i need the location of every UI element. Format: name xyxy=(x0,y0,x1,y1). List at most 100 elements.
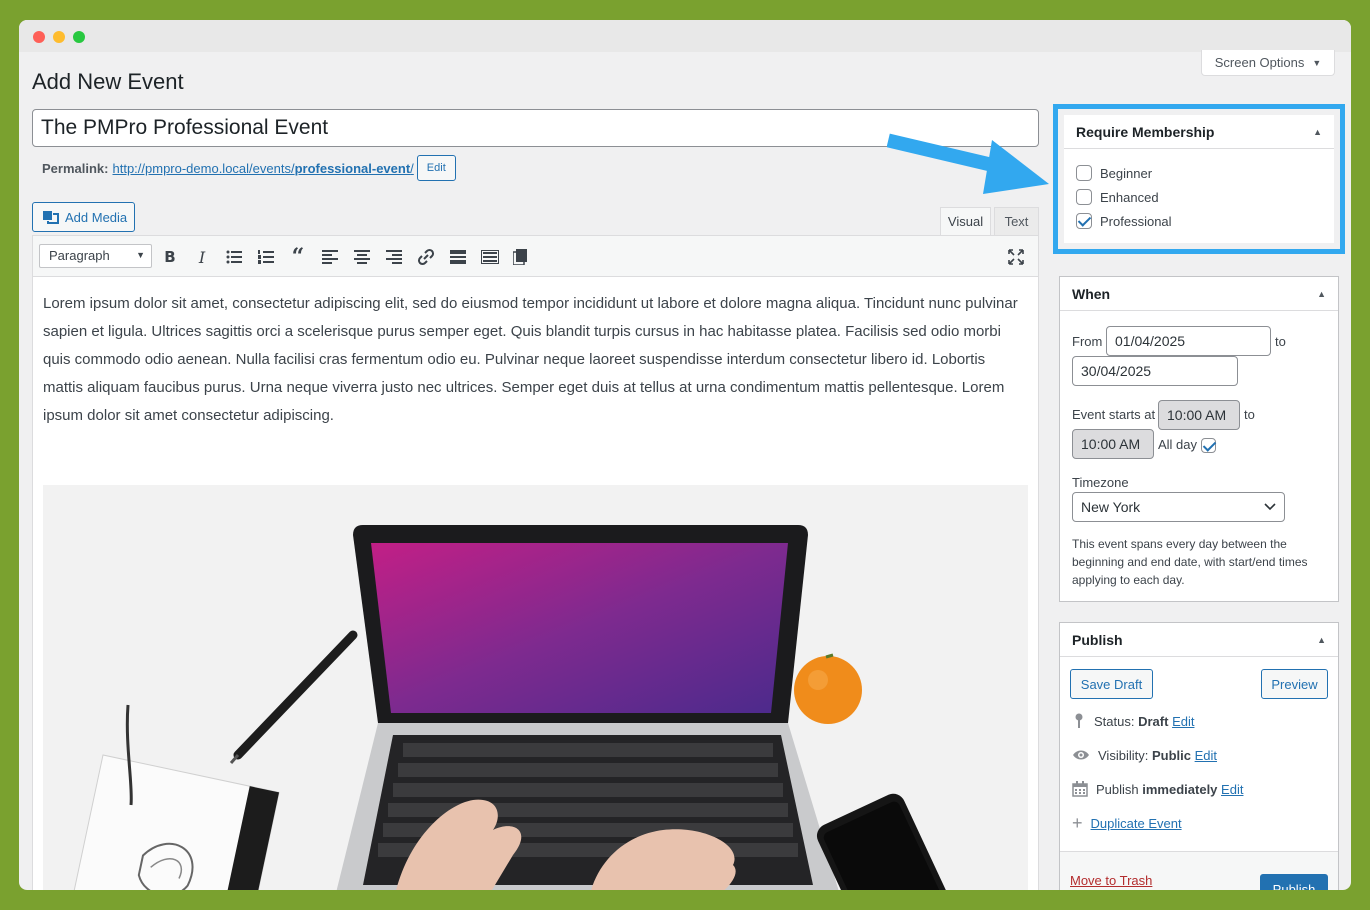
calendar-icon xyxy=(1072,781,1088,797)
permalink-label: Permalink: xyxy=(42,160,109,176)
close-window-button[interactable] xyxy=(33,31,45,43)
to-label: to xyxy=(1244,407,1255,422)
edit-visibility-link[interactable]: Edit xyxy=(1195,748,1217,763)
when-header[interactable]: When ▲ xyxy=(1060,277,1338,311)
blockquote-icon[interactable]: “ xyxy=(287,244,309,270)
edit-schedule-link[interactable]: Edit xyxy=(1221,782,1243,797)
caret-down-icon: ▼ xyxy=(1312,57,1322,68)
add-media-button[interactable]: Add Media xyxy=(32,202,135,232)
collapse-icon[interactable]: ▲ xyxy=(1313,127,1322,137)
plus-icon: + xyxy=(1072,813,1083,833)
add-media-label: Add Media xyxy=(65,209,128,225)
require-membership-box: Require Membership ▲ Beginner Enhanced P… xyxy=(1064,115,1334,243)
fullscreen-icon[interactable] xyxy=(1005,246,1027,268)
screen-options-label: Screen Options xyxy=(1214,55,1305,70)
format-select[interactable]: Paragraph ▼ xyxy=(39,244,152,268)
require-membership-title: Require Membership xyxy=(1076,123,1215,140)
event-starts-label: Event starts at xyxy=(1072,407,1156,422)
bullet-list-icon[interactable] xyxy=(223,246,245,268)
link-icon[interactable] xyxy=(415,246,437,268)
tab-text[interactable]: Text xyxy=(994,207,1039,235)
post-content-text[interactable]: Lorem ipsum dolor sit amet, consectetur … xyxy=(43,290,1028,430)
checkbox[interactable] xyxy=(1076,189,1092,205)
media-icon xyxy=(43,211,59,224)
publish-button[interactable]: Publish xyxy=(1260,874,1328,890)
editor-toolbar: Paragraph ▼ B I “ xyxy=(33,236,1038,277)
permalink-suffix: / xyxy=(410,160,414,176)
start-date-input[interactable]: 01/04/2025 xyxy=(1106,326,1271,356)
edit-permalink-button[interactable]: Edit xyxy=(416,155,456,181)
when-title: When xyxy=(1072,285,1111,302)
arrow-pointer-icon xyxy=(887,133,1049,194)
caret-down-icon: ▼ xyxy=(136,250,145,260)
require-membership-header[interactable]: Require Membership ▲ xyxy=(1064,115,1334,149)
toolbar-toggle-icon[interactable] xyxy=(479,246,501,268)
all-day-checkbox[interactable] xyxy=(1201,438,1216,453)
schedule-row: Publish immediately Edit xyxy=(1072,779,1243,799)
timezone-label: Timezone xyxy=(1072,475,1129,490)
italic-icon[interactable]: I xyxy=(191,246,213,268)
all-day-label: All day xyxy=(1158,437,1198,452)
when-note: This event spans every day between the b… xyxy=(1072,537,1308,587)
move-to-trash-link[interactable]: Move to Trash xyxy=(1070,873,1152,888)
when-box: When ▲ From 01/04/2025 to 30/04/2025 Eve… xyxy=(1059,276,1339,602)
bold-icon[interactable]: B xyxy=(159,246,181,268)
level-label: Professional xyxy=(1100,213,1172,229)
checkbox[interactable] xyxy=(1076,213,1092,229)
timezone-value: New York xyxy=(1081,499,1141,515)
publish-actions: Move to Trash Publish xyxy=(1060,851,1338,890)
checkbox[interactable] xyxy=(1076,165,1092,181)
membership-level-enhanced[interactable]: Enhanced xyxy=(1076,185,1322,209)
timezone-select[interactable]: New York xyxy=(1072,492,1285,522)
post-content-image[interactable] xyxy=(43,485,1028,890)
content-editor[interactable]: Paragraph ▼ B I “ Lorem ipsum dolor sit … xyxy=(32,235,1039,890)
screen-options-button[interactable]: Screen Options ▼ xyxy=(1201,50,1335,76)
save-draft-button[interactable]: Save Draft xyxy=(1070,669,1153,699)
level-label: Beginner xyxy=(1100,165,1153,181)
align-right-icon[interactable] xyxy=(383,246,405,268)
membership-level-professional[interactable]: Professional xyxy=(1076,209,1322,233)
visibility-row: Visibility: Public Edit xyxy=(1072,745,1217,765)
minimize-window-button[interactable] xyxy=(53,31,65,43)
level-label: Enhanced xyxy=(1100,189,1159,205)
browser-window: Screen Options ▼ Add New Event The PMPro… xyxy=(19,20,1351,890)
end-date-input[interactable]: 30/04/2025 xyxy=(1072,356,1238,386)
permalink-base: http://pmpro-demo.local/events/ xyxy=(112,160,295,176)
edit-status-link[interactable]: Edit xyxy=(1172,714,1194,729)
duplicate-row: + Duplicate Event xyxy=(1072,813,1182,833)
maximize-window-button[interactable] xyxy=(73,31,85,43)
align-left-icon[interactable] xyxy=(319,246,341,268)
collapse-icon[interactable]: ▲ xyxy=(1317,289,1326,299)
format-select-value: Paragraph xyxy=(49,248,110,263)
pin-icon xyxy=(1075,713,1083,728)
end-time-input[interactable]: 10:00 AM xyxy=(1072,429,1154,459)
visibility-value: Public xyxy=(1151,747,1191,763)
collapse-icon[interactable]: ▲ xyxy=(1317,635,1326,645)
publish-title: Publish xyxy=(1072,631,1123,648)
read-more-icon[interactable] xyxy=(447,246,469,268)
publish-label: Publish xyxy=(1096,781,1139,797)
page-title: Add New Event xyxy=(32,69,184,94)
to-label: to xyxy=(1275,334,1286,349)
publish-box: Publish ▲ Save Draft Preview Status: Dra… xyxy=(1059,622,1339,890)
permalink-link[interactable]: http://pmpro-demo.local/events/professio… xyxy=(112,161,413,176)
tab-visual[interactable]: Visual xyxy=(940,207,991,235)
visibility-label: Visibility: xyxy=(1098,747,1149,763)
start-time-input[interactable]: 10:00 AM xyxy=(1158,400,1240,430)
preview-button[interactable]: Preview xyxy=(1261,669,1328,699)
numbered-list-icon[interactable] xyxy=(255,246,277,268)
status-value: Draft xyxy=(1138,713,1169,729)
from-label: From xyxy=(1072,334,1103,349)
publish-header[interactable]: Publish ▲ xyxy=(1060,623,1338,657)
permalink: Permalink: http://pmpro-demo.local/event… xyxy=(42,155,456,181)
eye-icon xyxy=(1073,750,1089,760)
paste-icon[interactable] xyxy=(509,246,531,268)
duplicate-event-link[interactable]: Duplicate Event xyxy=(1091,816,1182,831)
chevron-down-icon xyxy=(1264,503,1276,511)
publish-value: immediately xyxy=(1142,781,1218,797)
permalink-slug: professional-event xyxy=(294,160,411,176)
window-titlebar xyxy=(19,20,1351,52)
status-label: Status: xyxy=(1094,713,1135,729)
align-center-icon[interactable] xyxy=(351,246,373,268)
membership-level-beginner[interactable]: Beginner xyxy=(1076,161,1322,185)
